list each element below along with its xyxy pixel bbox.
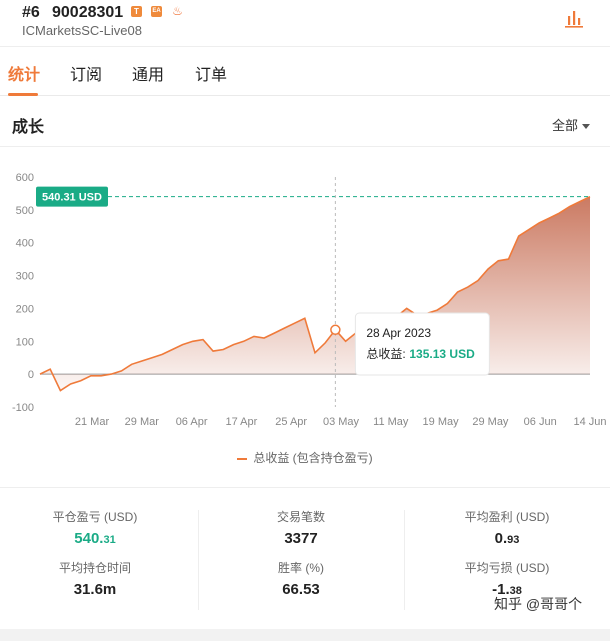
x-tick-label: 06 Jun xyxy=(524,416,557,428)
chart-legend[interactable]: 总收益 (包含持仓盈亏) xyxy=(0,449,610,466)
t-badge-icon: T xyxy=(131,6,142,17)
tab-stats[interactable]: 统计 xyxy=(8,61,40,85)
stat-value: 31.6m xyxy=(0,581,190,598)
legend-label: 总收益 (包含持仓盈亏) xyxy=(253,451,373,465)
stat-avg-hold-time: 平均持仓时间 31.6m xyxy=(0,559,190,598)
account-id: 90028301 xyxy=(52,4,124,21)
tooltip-box xyxy=(354,312,490,376)
stat-label: 平均亏损 (USD) xyxy=(464,561,550,575)
y-tick-label: -100 xyxy=(12,402,34,414)
stat-label: 交易笔数 xyxy=(276,510,325,524)
y-tick-label: 300 xyxy=(16,271,34,283)
y-tick-label: 100 xyxy=(16,336,34,348)
stat-value: 540.31 xyxy=(0,530,190,547)
y-tick-label: 200 xyxy=(16,303,34,315)
growth-chart: 600 500 400 300 200 100 0 -100 21 Mar 29 Mar 06 Ap… xyxy=(0,160,610,440)
range-select[interactable]: 全部 xyxy=(552,115,591,134)
stats-column-divider xyxy=(198,510,199,610)
stat-closed-pnl: 平仓盈亏 (USD) 540.31 xyxy=(0,508,190,547)
stat-trade-count: 交易笔数 3377 xyxy=(206,508,396,547)
watermark: 知乎 @哥哥个 xyxy=(494,596,583,612)
stat-label: 平仓盈亏 (USD) xyxy=(52,510,138,524)
hover-point xyxy=(330,324,341,336)
fire-badge-icon: ♨ xyxy=(172,4,183,18)
range-select-label: 全部 xyxy=(552,118,579,133)
stat-avg-loss: 平均亏损 (USD) -1.38 xyxy=(412,559,602,598)
x-tick-label: 19 May xyxy=(423,416,460,428)
x-tick-label: 25 Apr xyxy=(275,416,307,428)
stats-column-divider xyxy=(404,510,405,610)
tab-general[interactable]: 通用 xyxy=(132,61,164,85)
tab-bar: 统计 订阅 通用 订单 xyxy=(0,46,610,96)
stat-win-rate: 胜率 (%) 66.53 xyxy=(206,559,396,598)
stat-value-decimal: 93 xyxy=(507,534,520,546)
footer-bar xyxy=(0,629,610,641)
tooltip-date: 28 Apr 2023 xyxy=(366,326,431,340)
tooltip-value: 135.13 USD xyxy=(409,347,475,361)
x-tick-label: 06 Apr xyxy=(176,416,208,428)
x-tick-label: 11 May xyxy=(373,416,409,428)
stat-value-decimal: 31 xyxy=(103,534,116,546)
tab-orders[interactable]: 订单 xyxy=(195,61,227,85)
stats-divider xyxy=(0,487,610,488)
legend-swatch xyxy=(237,457,248,460)
stat-label: 胜率 (%) xyxy=(278,561,324,575)
series-area xyxy=(40,196,590,391)
tooltip-label: 总收益: xyxy=(366,347,405,361)
bar-chart-icon[interactable] xyxy=(562,8,586,30)
caret-down-icon xyxy=(582,124,591,130)
tab-subscribe[interactable]: 订阅 xyxy=(70,61,102,85)
y-tick-label: 600 xyxy=(16,172,34,184)
y-tick-label: 0 xyxy=(28,369,34,381)
divider xyxy=(0,146,610,147)
x-tick-label: 17 Apr xyxy=(225,416,257,428)
section-title: 成长 xyxy=(12,119,45,136)
stat-value-main: 3377 xyxy=(284,530,318,547)
growth-chart-svg: 600 500 400 300 200 100 0 -100 21 Mar 29 Mar 06 Ap… xyxy=(12,172,607,428)
x-tick-label: 14 Jun xyxy=(573,416,606,428)
stat-value: 66.53 xyxy=(206,581,396,598)
x-tick-label: 21 Mar xyxy=(75,416,110,428)
stat-label: 平均持仓时间 xyxy=(58,561,131,575)
stat-value: 0.93 xyxy=(412,530,602,547)
ea-badge-icon: EA xyxy=(151,6,162,17)
stat-value-main: 540. xyxy=(74,530,104,547)
y-tick-label: 500 xyxy=(16,205,34,217)
account-rank: #6 xyxy=(22,4,40,21)
active-tab-indicator xyxy=(8,93,38,96)
x-tick-label: 29 May xyxy=(472,416,509,428)
stat-label: 平均盈利 (USD) xyxy=(464,510,550,524)
stat-value: 3377 xyxy=(206,530,396,547)
stat-value-main: 66.53 xyxy=(282,581,320,598)
x-tick-label: 29 Mar xyxy=(125,416,160,428)
stat-avg-profit: 平均盈利 (USD) 0.93 xyxy=(412,508,602,547)
stat-value-main: 31.6m xyxy=(73,581,117,598)
x-tick-label: 03 May xyxy=(323,416,360,428)
account-header: #6 90028301 T EA ♨ ICMarketsSC-Live08 xyxy=(0,0,610,46)
current-value-label: 540.31 USD xyxy=(42,192,102,204)
y-tick-label: 400 xyxy=(16,238,34,250)
stat-value-main: 0. xyxy=(494,530,508,547)
server-name: ICMarketsSC-Live08 xyxy=(22,23,142,38)
